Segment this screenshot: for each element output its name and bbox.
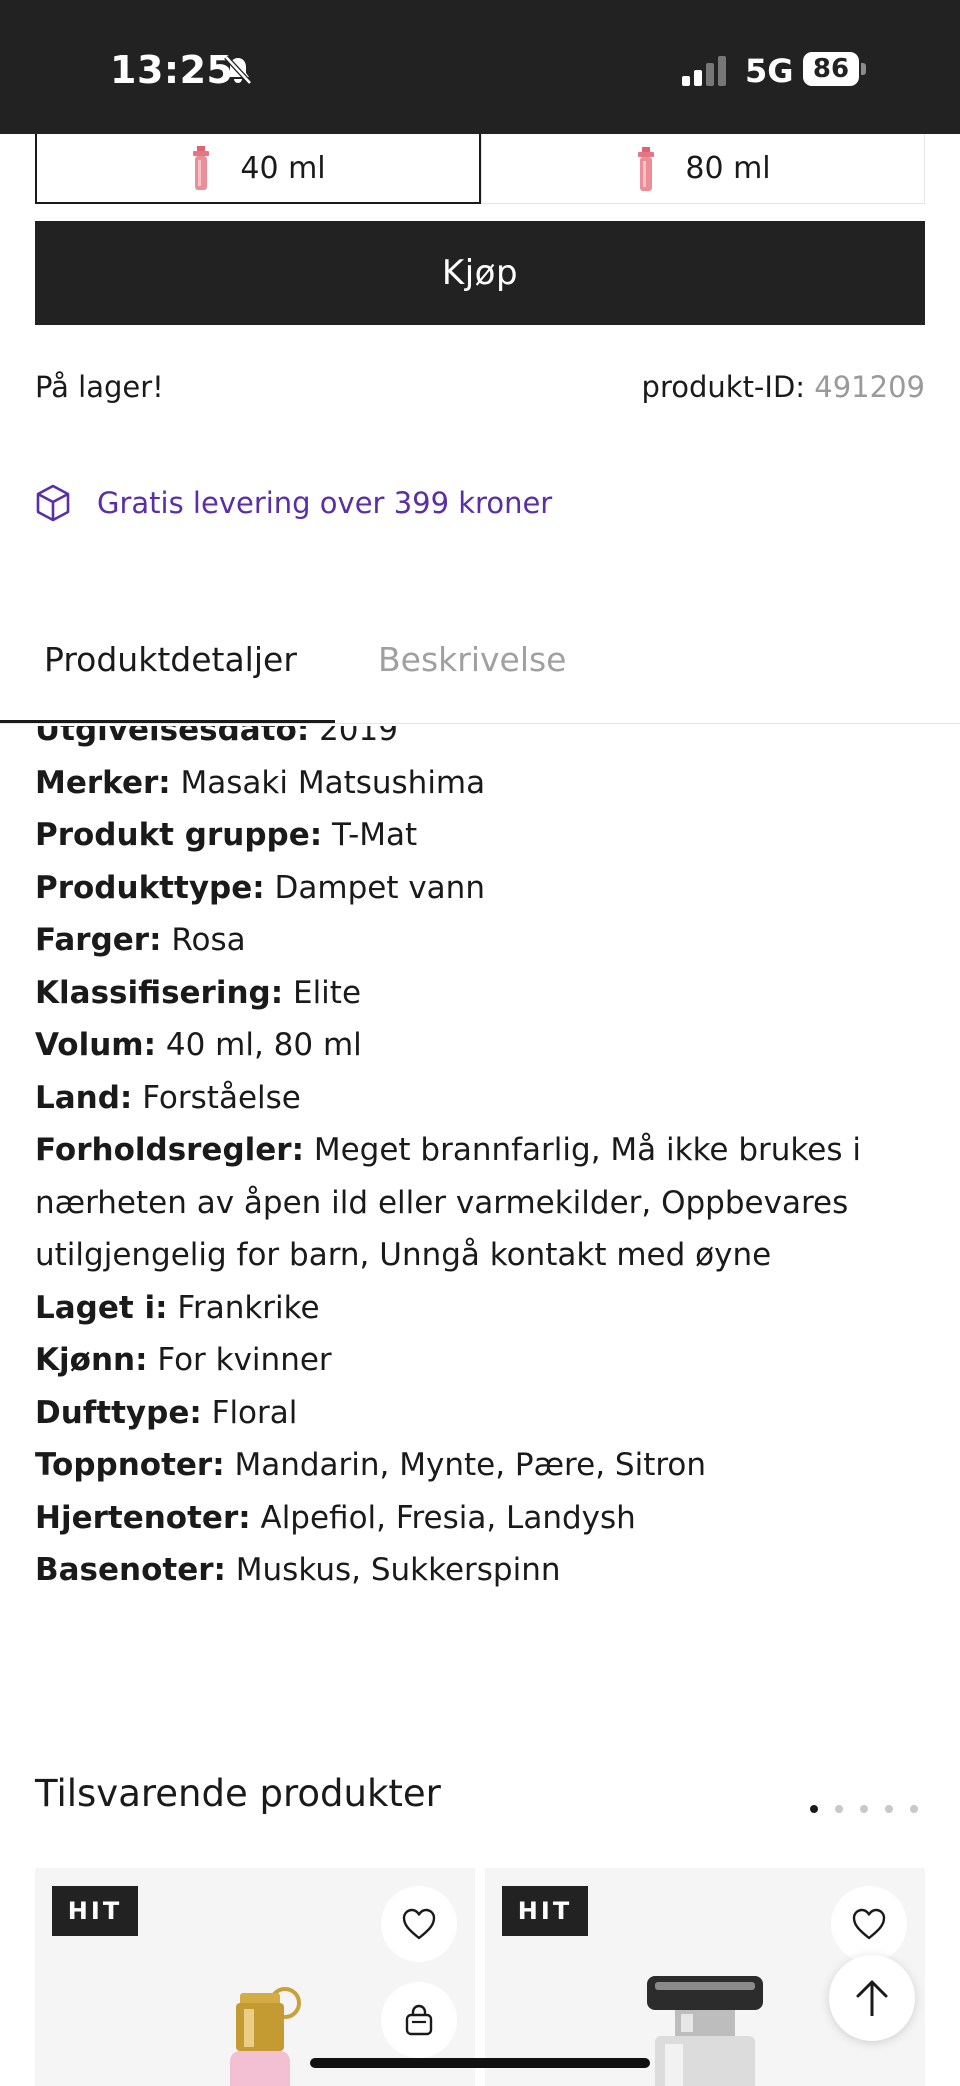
product-id: produkt-ID: 491209 bbox=[642, 370, 925, 404]
pager-dot[interactable] bbox=[910, 1805, 918, 1813]
detail-key: Klassifisering: bbox=[35, 974, 284, 1011]
pager-dot[interactable] bbox=[810, 1805, 818, 1813]
bell-muted-icon bbox=[224, 55, 252, 85]
scroll-to-top-button[interactable] bbox=[829, 1955, 915, 2041]
detail-key: Produkttype: bbox=[35, 869, 265, 906]
detail-value: 40 ml, 80 ml bbox=[165, 1027, 362, 1063]
bottle-thumbnail-icon bbox=[638, 146, 655, 191]
detail-row: Kjønn: For kvinner bbox=[35, 1334, 925, 1387]
detail-key: Kjønn: bbox=[35, 1342, 148, 1378]
detail-key: Dufttype: bbox=[35, 1394, 202, 1431]
battery-level: 86 bbox=[803, 52, 859, 86]
detail-key: Merker: bbox=[35, 764, 171, 801]
detail-row: Land: Forståelse bbox=[35, 1072, 925, 1125]
favorite-button[interactable] bbox=[831, 1886, 907, 1962]
detail-key: Farger: bbox=[35, 922, 162, 958]
product-card[interactable]: HIT bbox=[35, 1868, 475, 2086]
detail-key: Volum: bbox=[35, 1027, 156, 1063]
free-delivery-text: Gratis levering over 399 kroner bbox=[97, 486, 553, 520]
battery-icon: 86 bbox=[803, 52, 866, 86]
detail-row: Volum: 40 ml, 80 ml bbox=[35, 1019, 925, 1072]
similar-products-title: Tilsvarende produkter bbox=[35, 1772, 441, 1815]
package-box-icon bbox=[36, 484, 70, 522]
detail-row: Klassifisering: Elite bbox=[35, 967, 925, 1020]
shopping-bag-icon bbox=[405, 2004, 433, 2036]
bottle-thumbnail-icon bbox=[193, 146, 210, 190]
pager-dot[interactable] bbox=[860, 1805, 868, 1813]
detail-value: Floral bbox=[211, 1394, 298, 1431]
detail-value: Muskus, Sukkerspinn bbox=[235, 1552, 561, 1588]
pager-dot[interactable] bbox=[835, 1805, 843, 1813]
detail-value: Rosa bbox=[171, 922, 246, 958]
free-delivery-info: Gratis levering over 399 kroner bbox=[35, 484, 552, 522]
detail-value: Dampet vann bbox=[274, 869, 485, 906]
tab-product-details[interactable]: Produktdetaljer bbox=[44, 640, 297, 679]
size-option-label: 40 ml bbox=[240, 150, 326, 186]
hit-badge: HIT bbox=[52, 1886, 138, 1936]
detail-row: Toppnoter: Mandarin, Mynte, Pære, Sitron bbox=[35, 1439, 925, 1492]
product-image bbox=[230, 1987, 301, 2086]
detail-key: Land: bbox=[35, 1079, 133, 1116]
favorite-button[interactable] bbox=[381, 1886, 457, 1962]
detail-row: Laget i: Frankrike bbox=[35, 1282, 925, 1335]
detail-row: Produkttype: Dampet vann bbox=[35, 862, 925, 915]
size-option-80ml[interactable]: 80 ml bbox=[481, 134, 925, 204]
detail-row: Farger: Rosa bbox=[35, 914, 925, 967]
pager-dot[interactable] bbox=[885, 1805, 893, 1813]
size-option-40ml[interactable]: 40 ml bbox=[35, 134, 481, 204]
product-id-value: 491209 bbox=[814, 370, 925, 404]
signal-icon bbox=[682, 56, 726, 86]
detail-value: Alpefiol, Fresia, Landysh bbox=[260, 1499, 636, 1536]
tab-description[interactable]: Beskrivelse bbox=[378, 640, 566, 679]
network-label: 5G bbox=[745, 52, 794, 90]
hit-badge: HIT bbox=[502, 1886, 588, 1936]
detail-key: Toppnoter: bbox=[35, 1447, 225, 1483]
buy-button[interactable]: Kjøp bbox=[35, 221, 925, 325]
detail-value: Mandarin, Mynte, Pære, Sitron bbox=[234, 1447, 707, 1483]
detail-key: Basenoter: bbox=[35, 1552, 226, 1588]
detail-row: Hjertenoter: Alpefiol, Fresia, Landysh bbox=[35, 1492, 925, 1545]
stock-status: På lager! bbox=[35, 370, 164, 404]
status-bar: 13:25 5G 86 bbox=[0, 0, 960, 134]
heart-icon bbox=[852, 1908, 886, 1940]
detail-row: Forholdsregler: Meget brannfarlig, Må ik… bbox=[35, 1124, 925, 1282]
carousel-pager bbox=[810, 1805, 918, 1813]
battery-tip bbox=[861, 63, 866, 75]
product-id-label: produkt-ID: bbox=[641, 370, 806, 404]
detail-value: For kvinner bbox=[157, 1342, 332, 1378]
product-details-list: Utgivelsesdato: 2019 Merker: Masaki Matsu… bbox=[35, 726, 925, 1636]
size-option-label: 80 ml bbox=[685, 151, 771, 186]
detail-row: Basenoter: Muskus, Sukkerspinn bbox=[35, 1544, 925, 1597]
detail-value: Masaki Matsushima bbox=[180, 764, 486, 801]
product-tabs: Produktdetaljer Beskrivelse bbox=[0, 612, 960, 724]
detail-key: Hjertenoter: bbox=[35, 1499, 251, 1536]
detail-key: Produkt gruppe: bbox=[35, 817, 323, 853]
home-indicator bbox=[310, 2058, 650, 2068]
detail-value: T-Mat bbox=[332, 817, 418, 853]
active-tab-indicator bbox=[0, 720, 335, 723]
detail-value: Forståelse bbox=[142, 1079, 301, 1116]
status-time: 13:25 bbox=[110, 48, 234, 92]
detail-value: 2019 bbox=[319, 726, 398, 748]
detail-value: Elite bbox=[292, 974, 362, 1011]
detail-row: Merker: Masaki Matsushima bbox=[35, 757, 925, 810]
detail-key: Forholdsregler: bbox=[35, 1132, 304, 1168]
product-image bbox=[647, 1976, 763, 2086]
detail-row: Produkt gruppe: T-Mat bbox=[35, 809, 925, 862]
arrow-up-icon bbox=[856, 1980, 888, 2016]
heart-icon bbox=[402, 1908, 436, 1940]
detail-row: Utgivelsesdato: 2019 bbox=[35, 726, 925, 757]
detail-row: Dufttype: Floral bbox=[35, 1387, 925, 1440]
detail-value: Frankrike bbox=[177, 1289, 320, 1326]
detail-key: Laget i: bbox=[35, 1289, 168, 1326]
detail-key: Utgivelsesdato: bbox=[35, 726, 310, 748]
size-selector: 40 ml 80 ml bbox=[35, 134, 925, 204]
add-to-bag-button[interactable] bbox=[381, 1982, 457, 2058]
